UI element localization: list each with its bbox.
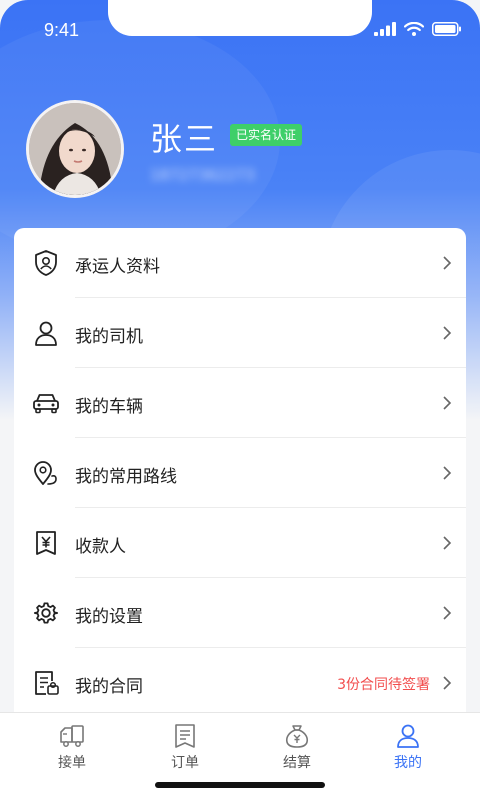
cellular-signal-icon (374, 22, 396, 36)
avatar-image (29, 103, 121, 195)
chevron-right-icon (443, 606, 452, 620)
profile-icon (397, 724, 419, 748)
status-time: 9:41 (44, 20, 80, 40)
chevron-right-icon (443, 326, 452, 340)
tab-label: 结算 (283, 755, 311, 771)
car-icon (33, 394, 59, 414)
menu-card: 承运人资料 我的司机 我的车辆 我的常用路线 收款人 我的设置 我的合同 3份合… (14, 228, 466, 728)
menu-item-label: 我的设置 (75, 607, 143, 627)
menu-item-common-routes[interactable]: 我的常用路线 (14, 438, 466, 508)
battery-icon (432, 22, 461, 36)
tab-label: 我的 (394, 755, 422, 771)
chevron-right-icon (443, 466, 452, 480)
verified-badge: 已实名认证 (230, 124, 303, 146)
profile-screen: 9:41 张三 已实名认证 18727362273 承运人资料 我的司机 我的车… (0, 0, 480, 800)
menu-item-label: 我的司机 (75, 327, 143, 347)
location-route-icon (34, 461, 57, 485)
tab-label: 订单 (171, 755, 199, 771)
status-bar: 9:41 (0, 0, 480, 60)
person-icon (35, 321, 57, 346)
user-name: 张三 (150, 120, 219, 158)
avatar[interactable] (26, 100, 124, 198)
money-bag-icon (285, 725, 309, 748)
chevron-right-icon (443, 256, 452, 270)
chevron-right-icon (443, 676, 452, 690)
profile-header: 张三 已实名认证 18727362273 (0, 100, 480, 210)
tab-orders[interactable]: 订单 (125, 723, 245, 787)
truck-icon (60, 725, 84, 747)
menu-item-label: 我的车辆 (75, 397, 143, 417)
shield-user-icon (35, 250, 57, 276)
tab-accept-orders[interactable]: 接单 (12, 723, 132, 787)
menu-item-carrier-info[interactable]: 承运人资料 (14, 228, 466, 298)
menu-item-label: 我的合同 (75, 677, 143, 697)
menu-item-label: 我的常用路线 (75, 467, 177, 487)
menu-item-contracts[interactable]: 我的合同 3份合同待签署 (14, 648, 466, 718)
status-icons (374, 22, 462, 36)
tab-label: 接单 (58, 755, 86, 771)
contract-icon (35, 671, 59, 695)
wifi-icon (404, 22, 424, 36)
chevron-right-icon (443, 396, 452, 410)
tab-settlement[interactable]: 结算 (237, 723, 357, 787)
menu-item-payee[interactable]: 收款人 (14, 508, 466, 578)
chevron-right-icon (443, 536, 452, 550)
order-list-icon (175, 724, 195, 748)
menu-item-my-drivers[interactable]: 我的司机 (14, 298, 466, 368)
menu-item-label: 收款人 (75, 537, 126, 557)
menu-item-label: 承运人资料 (75, 257, 160, 277)
menu-item-settings[interactable]: 我的设置 (14, 578, 466, 648)
gear-icon (33, 602, 59, 624)
home-indicator (155, 782, 325, 788)
phone-number: 18727362273 (150, 166, 255, 184)
yen-receipt-icon (36, 531, 56, 555)
pending-contracts-notice: 3份合同待签署 (337, 677, 430, 693)
tab-mine[interactable]: 我的 (348, 723, 468, 787)
menu-item-my-vehicles[interactable]: 我的车辆 (14, 368, 466, 438)
